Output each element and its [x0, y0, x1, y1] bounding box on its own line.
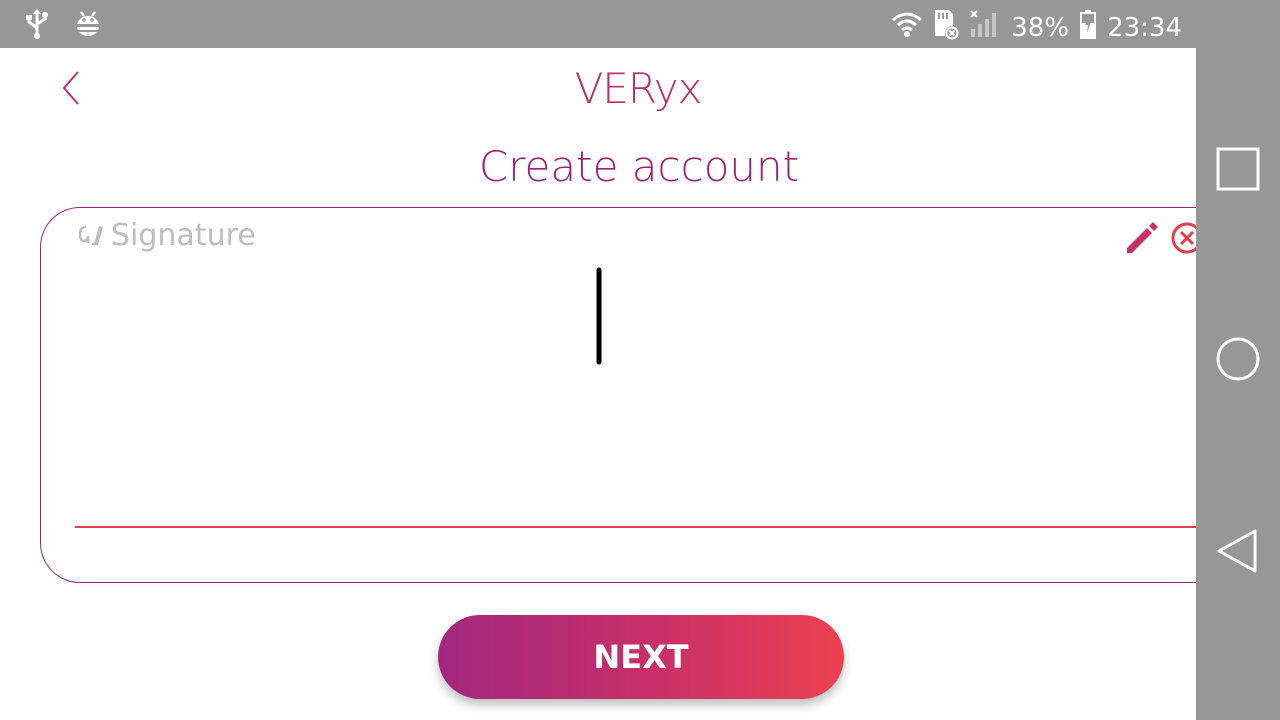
navigation-bar: [1196, 48, 1280, 720]
back-nav-button[interactable]: [1215, 528, 1261, 574]
app-screen: VERyx Create account Signature NEXT: [0, 48, 1196, 720]
battery-percent: 38%: [1011, 12, 1070, 43]
android-debug-icon: [74, 8, 102, 44]
signature-label-text: Signature: [111, 218, 256, 253]
signature-icon: [78, 225, 103, 245]
triangle-back-icon: [1217, 529, 1257, 573]
home-button[interactable]: [1215, 336, 1261, 382]
pencil-icon: [1127, 222, 1158, 253]
close-circle-icon: [1171, 222, 1196, 254]
signature-field: Signature: [40, 207, 1196, 583]
page-title: Create account: [478, 142, 800, 191]
signature-underline: [75, 526, 1196, 528]
edit-signature-button[interactable]: [1123, 218, 1161, 256]
wifi-icon: [891, 10, 923, 45]
status-bar-right: 38% 23:34: [891, 8, 1182, 47]
signature-canvas[interactable]: [75, 256, 1196, 526]
square-icon: [1216, 147, 1260, 191]
status-time: 23:34: [1107, 12, 1182, 43]
circle-icon: [1216, 337, 1260, 381]
usb-icon: [24, 8, 50, 44]
battery-charging-icon: [1079, 9, 1097, 46]
signature-label: Signature: [77, 218, 256, 253]
recent-apps-button[interactable]: [1215, 146, 1261, 192]
signal-off-icon: [969, 9, 1001, 46]
status-bar-left: [24, 8, 102, 44]
status-bar: 38% 23:34: [0, 0, 1280, 48]
app-title: VERyx: [574, 64, 703, 113]
sd-card-error-icon: [933, 8, 960, 47]
signature-stroke: [596, 267, 602, 365]
clear-signature-button[interactable]: [1169, 220, 1196, 256]
next-button[interactable]: NEXT: [438, 615, 844, 699]
